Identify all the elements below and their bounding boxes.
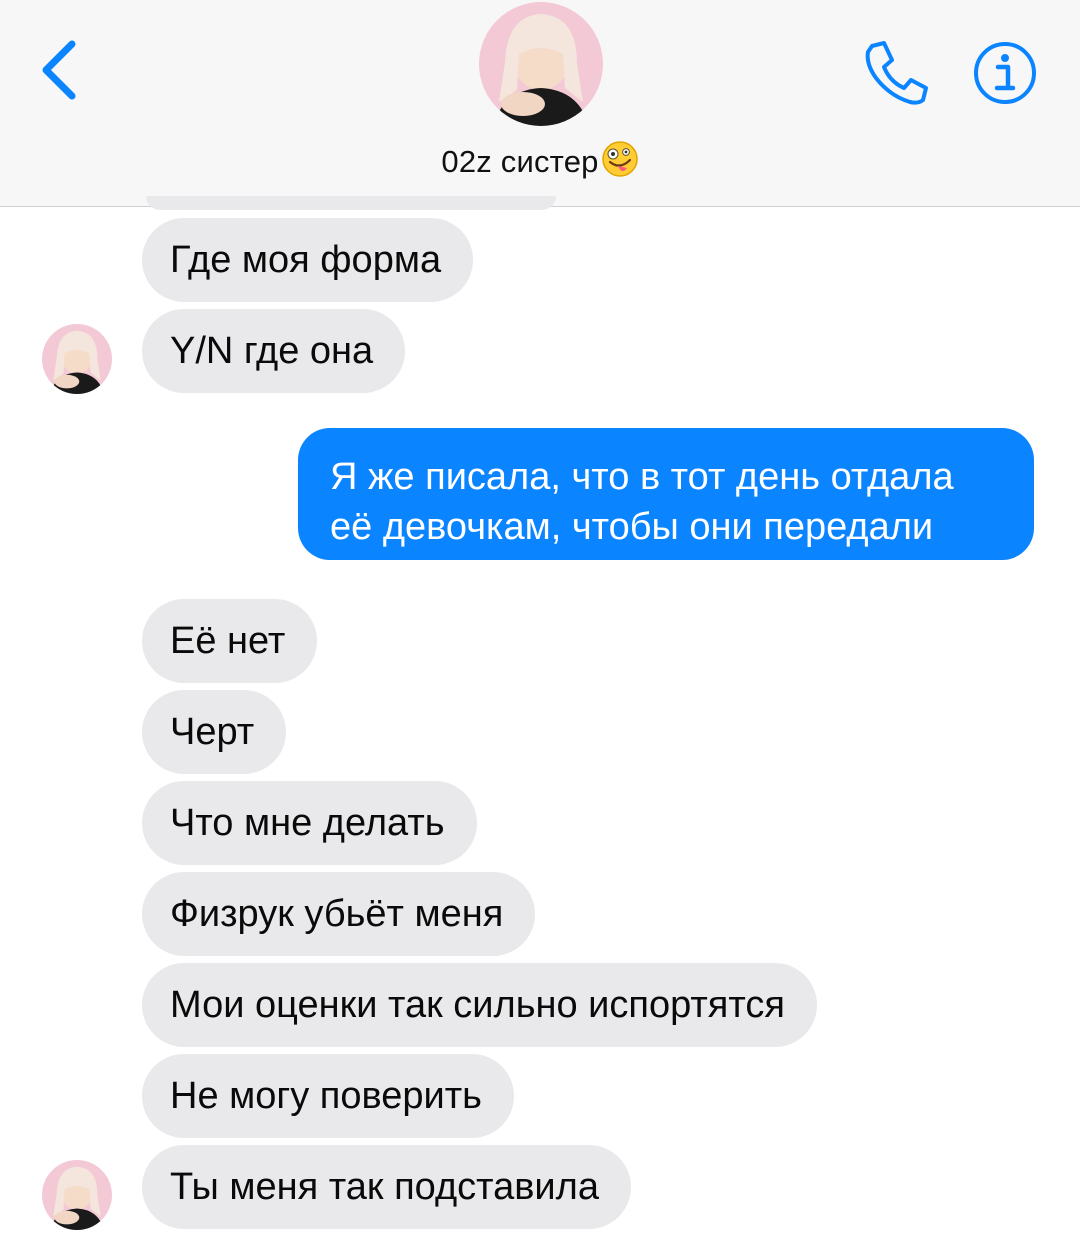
- incoming-message[interactable]: Y/N где она: [142, 309, 406, 393]
- contact-avatar[interactable]: [479, 2, 603, 126]
- message-text: Черт: [170, 711, 255, 753]
- incoming-message[interactable]: Ты меня так подставила: [142, 1145, 631, 1229]
- incoming-message[interactable]: Что мне делать: [142, 781, 477, 865]
- call-button[interactable]: [860, 38, 932, 108]
- incoming-message[interactable]: Не могу поверить: [142, 1054, 514, 1138]
- incoming-message[interactable]: Где моя форма: [142, 218, 474, 302]
- contact-name[interactable]: 02z систер: [0, 140, 1080, 186]
- message-text: Я же писала, что в тот день отдала её де…: [330, 456, 954, 598]
- info-button[interactable]: [972, 40, 1038, 106]
- incoming-message[interactable]: Её нет: [142, 599, 318, 683]
- info-icon: [974, 42, 1036, 104]
- message-text: Ты меня так подставила: [170, 1166, 599, 1208]
- clipped-message-bubble: [146, 196, 556, 210]
- phone-icon: [865, 41, 928, 105]
- message-text: Где моя форма: [170, 239, 442, 281]
- sender-avatar[interactable]: [42, 1160, 112, 1230]
- message-text: Что мне делать: [170, 802, 445, 844]
- zany-face-emoji: [601, 141, 639, 185]
- message-text: Не могу поверить: [170, 1075, 482, 1117]
- sender-avatar[interactable]: [42, 324, 112, 394]
- outgoing-message[interactable]: Я же писала, что в тот день отдала её де…: [298, 428, 1034, 598]
- message-text: Y/N где она: [170, 330, 374, 372]
- back-button[interactable]: [36, 38, 86, 100]
- message-text: Мои оценки так сильно испортятся: [170, 984, 785, 1026]
- chevron-left-icon: [42, 40, 76, 100]
- message-text: Её нет: [170, 620, 286, 662]
- incoming-message[interactable]: Мои оценки так сильно испортятся: [142, 963, 817, 1047]
- incoming-message[interactable]: Физрук убьёт меня: [142, 872, 536, 956]
- chat-header: 02z систер: [0, 0, 1080, 207]
- message-text: Физрук убьёт меня: [170, 893, 504, 935]
- incoming-message[interactable]: Черт: [142, 690, 287, 774]
- contact-name-text: 02z систер: [441, 144, 599, 179]
